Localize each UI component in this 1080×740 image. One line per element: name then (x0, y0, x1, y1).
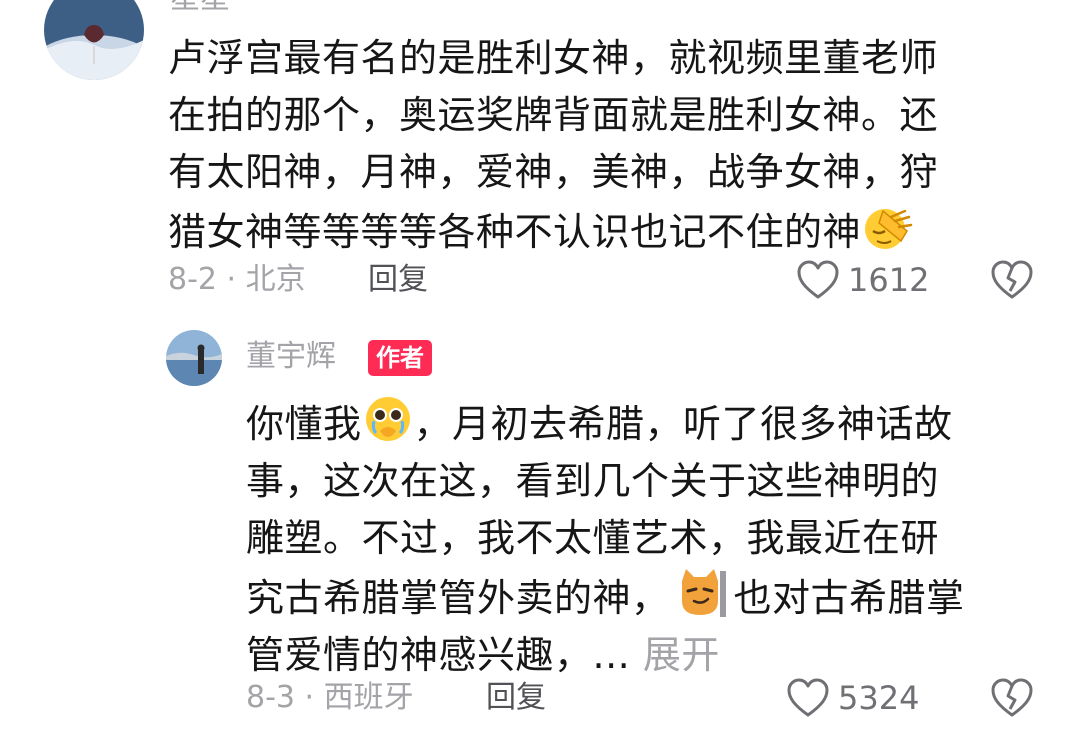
comment-text: 你懂我 ，月初去希腊，听了很多神话故 事，这次在这，看到几个关于这些神明的 雕塑… (246, 393, 965, 684)
comment-line: 管爱情的神感兴趣，... 展开 (246, 627, 965, 684)
comment-date-location: 8-2 · 北京 (168, 262, 306, 297)
comment-line: 究古希腊掌管外卖的神， 也对古希腊掌 (246, 567, 965, 627)
comment-line-text: 究古希腊掌管外卖的神， (246, 576, 670, 620)
comment-line: 卢浮宫最有名的是胜利女神，就视频里董老师 (168, 36, 939, 80)
avatar[interactable] (166, 330, 222, 386)
comment-line: 在拍的那个，奥运奖牌背面就是胜利女神。还 (168, 93, 939, 137)
pleading-face-emoji-icon (362, 393, 414, 445)
like-count: 1612 (848, 261, 930, 299)
comment-line-text: ，月初去希腊，听了很多神话故 (413, 402, 953, 446)
comment-line-text: 猎女神等等等等各种不认识也记不住的神 (168, 210, 862, 254)
comment-line: 有太阳神，月神，爱神，美神，战争女神，狩 (168, 150, 939, 194)
avatar[interactable] (44, 0, 144, 80)
username[interactable]: 星星 (170, 0, 230, 16)
comment-line: 事，这次在这，看到几个关于这些神明的 (246, 459, 940, 503)
comment-line: 猎女神等等等等各种不认识也记不住的神 (168, 201, 938, 261)
like-count: 5324 (838, 679, 920, 717)
reply-button[interactable]: 回复 (368, 262, 428, 298)
heart-icon[interactable] (786, 678, 830, 718)
broken-heart-icon[interactable] (990, 678, 1034, 718)
smirking-cat-emoji-icon (676, 567, 728, 619)
comment-text: 卢浮宫最有名的是胜利女神，就视频里董老师 在拍的那个，奥运奖牌背面就是胜利女神。… (168, 30, 938, 261)
author-badge: 作者 (368, 340, 432, 376)
comment-line-text: 管爱情的神感兴趣，... (246, 633, 643, 677)
username[interactable]: 董宇辉 (246, 340, 336, 374)
comment-line: 你懂我 ，月初去希腊，听了很多神话故 (246, 393, 965, 453)
comment-line-text: 也对古希腊掌 (733, 576, 965, 620)
broken-heart-icon[interactable] (990, 260, 1034, 300)
comment-line-text: 你懂我 (246, 402, 362, 446)
comment-date-location: 8-3 · 西班牙 (246, 680, 414, 715)
heart-icon[interactable] (796, 260, 840, 300)
reply-button[interactable]: 回复 (486, 680, 546, 716)
expand-link[interactable]: 展开 (643, 633, 720, 677)
facepalm-emoji-icon (861, 201, 913, 253)
comment-line: 雕塑。不过，我不太懂艺术，我最近在研 (246, 516, 940, 560)
